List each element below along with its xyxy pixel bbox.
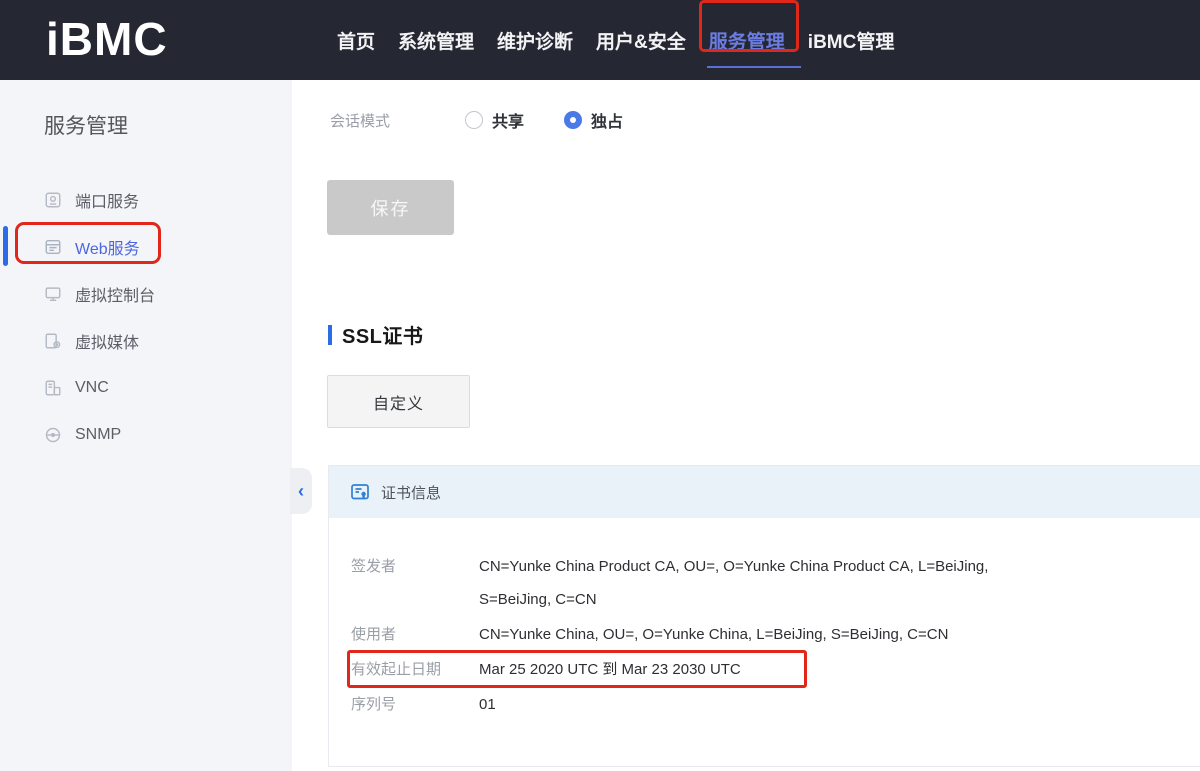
sidebar-menu: 端口服务 Web服务 虚拟控制台 xyxy=(0,176,292,458)
sidebar-item-web-service[interactable]: Web服务 xyxy=(0,223,292,270)
certificate-info-panel: 证书信息 签发者 CN=Yunke China Product CA, OU=,… xyxy=(328,465,1200,767)
top-navbar: iBMC 首页 系统管理 维护诊断 用户&安全 服务管理 iBMC管理 xyxy=(0,0,1200,80)
nav-item-system-management[interactable]: 系统管理 xyxy=(398,27,474,54)
certificate-panel-header: 证书信息 xyxy=(329,466,1200,518)
web-service-icon xyxy=(44,238,62,256)
certificate-details: 签发者 CN=Yunke China Product CA, OU=, O=Yu… xyxy=(329,518,1200,721)
virtual-console-icon xyxy=(44,285,62,303)
sidebar-item-vnc[interactable]: VNC xyxy=(0,364,292,411)
sidebar-title: 服务管理 xyxy=(44,110,128,140)
cert-field-label: 使用者 xyxy=(351,618,479,651)
cert-row-subject: 使用者 CN=Yunke China, OU=, O=Yunke China, … xyxy=(351,618,1200,651)
main-content: 会话模式 共享 独占 保存 SSL证书 自定义 证书信息 xyxy=(292,80,1200,771)
nav-item-maintenance-diagnostics[interactable]: 维护诊断 xyxy=(497,27,573,54)
cert-field-value: Mar 25 2020 UTC 到 Mar 23 2030 UTC xyxy=(479,653,741,686)
cert-field-value: CN=Yunke China, OU=, O=Yunke China, L=Be… xyxy=(479,618,948,651)
radio-label: 独占 xyxy=(591,108,623,132)
sidebar-item-label: 端口服务 xyxy=(75,188,139,212)
save-button[interactable]: 保存 xyxy=(327,180,454,235)
main-nav: 首页 系统管理 维护诊断 用户&安全 服务管理 iBMC管理 xyxy=(337,0,894,80)
certificate-icon xyxy=(350,482,370,502)
nav-item-user-security[interactable]: 用户&安全 xyxy=(596,27,686,54)
nav-item-label: 服务管理 xyxy=(709,32,785,53)
radio-label: 共享 xyxy=(492,108,524,132)
virtual-media-icon xyxy=(44,332,62,350)
ssl-section-heading: SSL证书 xyxy=(328,320,423,349)
snmp-icon xyxy=(44,426,62,444)
certificate-panel-title: 证书信息 xyxy=(381,482,441,503)
chevron-left-icon: ‹ xyxy=(298,481,304,502)
radio-option-exclusive[interactable]: 独占 xyxy=(564,108,623,132)
sidebar-item-virtual-console[interactable]: 虚拟控制台 xyxy=(0,270,292,317)
cert-field-label: 签发者 xyxy=(351,550,479,616)
active-tab-underline xyxy=(707,66,801,68)
nav-item-ibmc-management[interactable]: iBMC管理 xyxy=(808,27,895,54)
port-service-icon xyxy=(44,191,62,209)
cert-field-value: 01 xyxy=(479,688,496,721)
section-title: SSL证书 xyxy=(342,320,423,349)
sidebar-item-label: SNMP xyxy=(75,426,121,444)
cert-row-issuer: 签发者 CN=Yunke China Product CA, OU=, O=Yu… xyxy=(351,550,1200,616)
sidebar-item-label: Web服务 xyxy=(75,235,140,259)
sidebar-item-label: VNC xyxy=(75,379,109,397)
sidebar-item-port-service[interactable]: 端口服务 xyxy=(0,176,292,223)
sidebar-item-virtual-media[interactable]: 虚拟媒体 xyxy=(0,317,292,364)
cert-row-validity-period: 有效起止日期 Mar 25 2020 UTC 到 Mar 23 2030 UTC xyxy=(351,653,1200,686)
sidebar-item-label: 虚拟媒体 xyxy=(75,329,139,353)
session-mode-label: 会话模式 xyxy=(330,110,465,131)
sidebar-item-snmp[interactable]: SNMP xyxy=(0,411,292,458)
section-accent-bar xyxy=(328,325,332,345)
sidebar: 服务管理 端口服务 Web服务 xyxy=(0,80,292,771)
cert-field-value: CN=Yunke China Product CA, OU=, O=Yunke … xyxy=(479,550,1034,616)
customize-button[interactable]: 自定义 xyxy=(327,375,470,428)
nav-item-service-management[interactable]: 服务管理 xyxy=(709,27,785,54)
radio-option-shared[interactable]: 共享 xyxy=(465,108,524,132)
session-mode-row: 会话模式 共享 独占 xyxy=(330,108,663,132)
cert-row-serial-number: 序列号 01 xyxy=(351,688,1200,721)
nav-item-home[interactable]: 首页 xyxy=(337,27,375,54)
sidebar-collapse-button[interactable]: ‹ xyxy=(290,468,312,514)
vnc-icon xyxy=(44,379,62,397)
radio-checked-icon[interactable] xyxy=(564,111,582,129)
sidebar-item-label: 虚拟控制台 xyxy=(75,282,155,306)
ibmc-logo: iBMC xyxy=(46,12,168,66)
cert-field-label: 有效起止日期 xyxy=(351,653,479,686)
radio-unchecked-icon[interactable] xyxy=(465,111,483,129)
cert-field-label: 序列号 xyxy=(351,688,479,721)
